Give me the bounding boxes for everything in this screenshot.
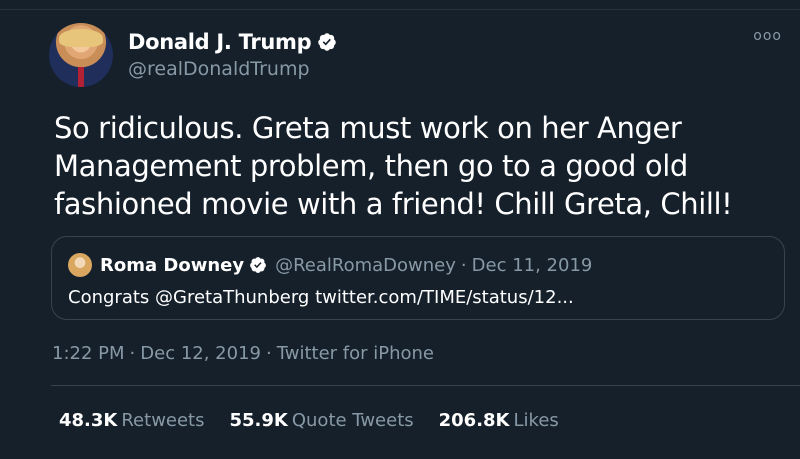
author-handle[interactable]: @realDonaldTrump <box>128 58 337 80</box>
likes-count: 206.8K <box>438 410 510 431</box>
tweet-source[interactable]: Twitter for iPhone <box>277 343 434 364</box>
quoted-tweet-card[interactable]: Roma Downey @RealRomaDowney · Dec 11, 20… <box>51 236 785 320</box>
quoted-tweet-text: Congrats @GretaThunberg twitter.com/TIME… <box>68 287 574 308</box>
quoted-author-name: Roma Downey <box>100 254 245 276</box>
tweet-meta: 1:22 PM · Dec 12, 2019 · Twitter for iPhone <box>52 343 434 364</box>
tweet-detail-view: Donald J. Trump @realDonaldTrump ooo So … <box>0 0 800 459</box>
retweets-stat[interactable]: 48.3K Retweets <box>59 410 205 431</box>
author-info[interactable]: Donald J. Trump @realDonaldTrump <box>128 30 337 80</box>
retweets-count: 48.3K <box>59 410 118 431</box>
quoted-separator: · <box>460 254 467 276</box>
quoted-tweet-date: Dec 11, 2019 <box>471 254 593 276</box>
author-avatar[interactable] <box>49 23 113 87</box>
author-display-name[interactable]: Donald J. Trump <box>128 30 312 54</box>
top-divider <box>0 0 800 10</box>
quote-tweets-stat[interactable]: 55.9K Quote Tweets <box>230 410 414 431</box>
more-options-icon[interactable]: ooo <box>753 28 782 44</box>
tweet-date[interactable]: Dec 12, 2019 <box>140 343 261 364</box>
verified-badge-icon <box>250 257 266 273</box>
tweet-header: Donald J. Trump @realDonaldTrump <box>49 22 337 88</box>
quoted-author-avatar <box>68 253 92 277</box>
author-name-row: Donald J. Trump <box>128 30 337 54</box>
verified-badge-icon <box>318 33 337 51</box>
likes-label: Likes <box>513 410 559 431</box>
quoted-tweet-header: Roma Downey @RealRomaDowney · Dec 11, 20… <box>68 253 592 277</box>
quote-tweets-count: 55.9K <box>229 410 288 431</box>
quote-tweets-label: Quote Tweets <box>291 410 414 431</box>
retweets-label: Retweets <box>121 410 205 431</box>
quoted-author-handle: @RealRomaDowney <box>275 254 456 276</box>
tweet-text: So ridiculous. Greta must work on her An… <box>54 111 733 221</box>
likes-stat[interactable]: 206.8K Likes <box>439 410 559 431</box>
stats-top-divider <box>51 385 800 386</box>
tweet-time[interactable]: 1:22 PM <box>52 343 125 364</box>
meta-separator: · <box>129 343 136 364</box>
meta-separator: · <box>265 343 272 364</box>
tweet-stats: 48.3K Retweets 55.9K Quote Tweets 206.8K Li… <box>59 410 559 431</box>
